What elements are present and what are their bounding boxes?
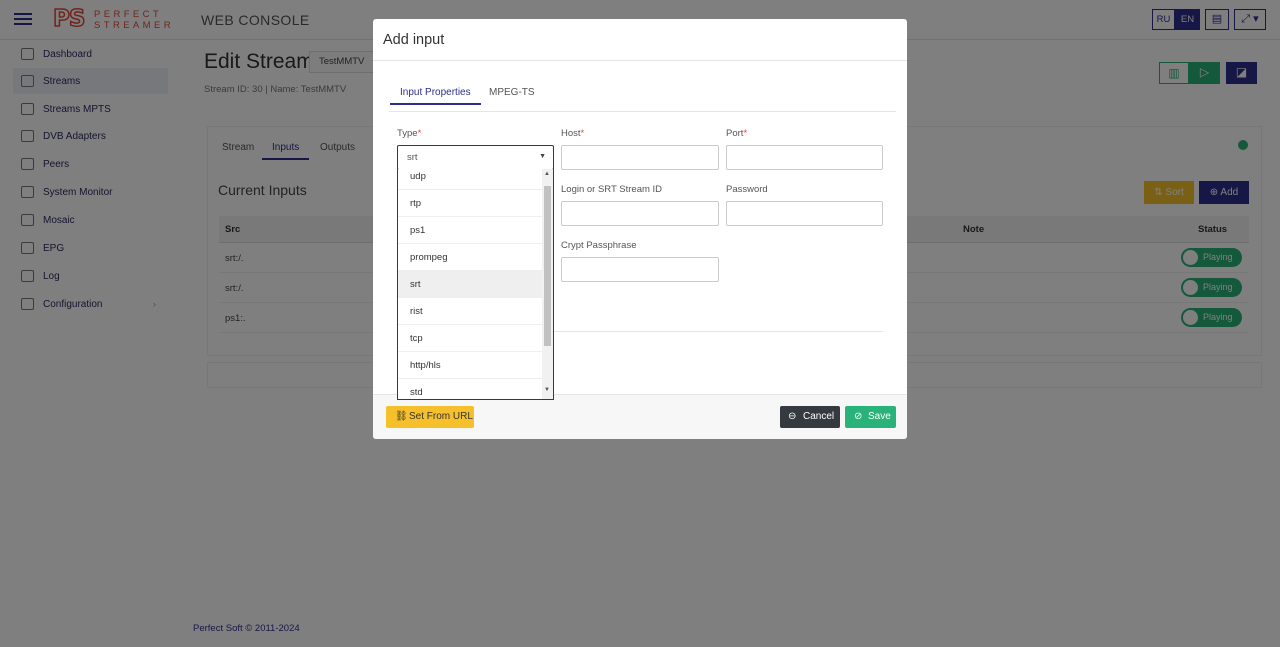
dropdown-option-std[interactable]: std [398,379,543,399]
tab-mpeg-ts[interactable]: MPEG-TS [489,87,535,98]
dialog-title: Add input [383,32,445,48]
dropdown-option-rtp[interactable]: rtp [398,190,543,217]
port-label: Port* [726,128,748,139]
link-icon: ⛓ [395,411,408,422]
passphrase-input[interactable] [561,257,719,282]
dropdown-option-http-hls[interactable]: http/hls [398,352,543,379]
port-input[interactable] [726,145,883,170]
check-icon: ⊘ [854,411,863,422]
divider [389,111,896,112]
password-input[interactable] [726,201,883,226]
login-input[interactable] [561,201,719,226]
scroll-up-icon[interactable]: ▲ [544,171,550,177]
cancel-button[interactable]: ⊖ Cancel [780,406,840,428]
divider [373,60,907,61]
type-label: Type* [397,128,422,139]
dropdown-option-tcp[interactable]: tcp [398,325,543,352]
dropdown-option-prompeg[interactable]: prompeg [398,244,543,271]
scroll-down-icon[interactable]: ▼ [544,387,550,393]
dropdown-scrollbar[interactable]: ▲ ▼ [542,169,553,399]
scrollbar-thumb[interactable] [544,186,551,346]
cancel-label: Cancel [803,411,835,422]
dropdown-option-ps1[interactable]: ps1 [398,217,543,244]
type-select-value: srt [407,152,418,163]
dropdown-option-rist[interactable]: rist [398,298,543,325]
cancel-icon: ⊖ [788,411,797,422]
save-button[interactable]: ⊘ Save [845,406,896,428]
tab-input-properties[interactable]: Input Properties [390,87,481,105]
set-from-url-label: Set From URL [409,411,473,422]
type-select[interactable]: srt ▼ [397,145,554,170]
host-label: Host* [561,128,585,139]
login-label: Login or SRT Stream ID [561,184,663,195]
chevron-down-icon: ▼ [539,153,546,160]
passphrase-label: Crypt Passphrase [561,240,637,251]
password-label: Password [726,184,768,195]
dropdown-option-srt[interactable]: srt [398,271,543,298]
save-label: Save [868,411,891,422]
host-input[interactable] [561,145,719,170]
type-dropdown-list[interactable]: udp rtp ps1 prompeg srt rist tcp http/hl… [397,169,554,400]
set-from-url-button[interactable]: ⛓ Set From URL [386,406,474,428]
dropdown-option-udp[interactable]: udp [398,169,543,190]
